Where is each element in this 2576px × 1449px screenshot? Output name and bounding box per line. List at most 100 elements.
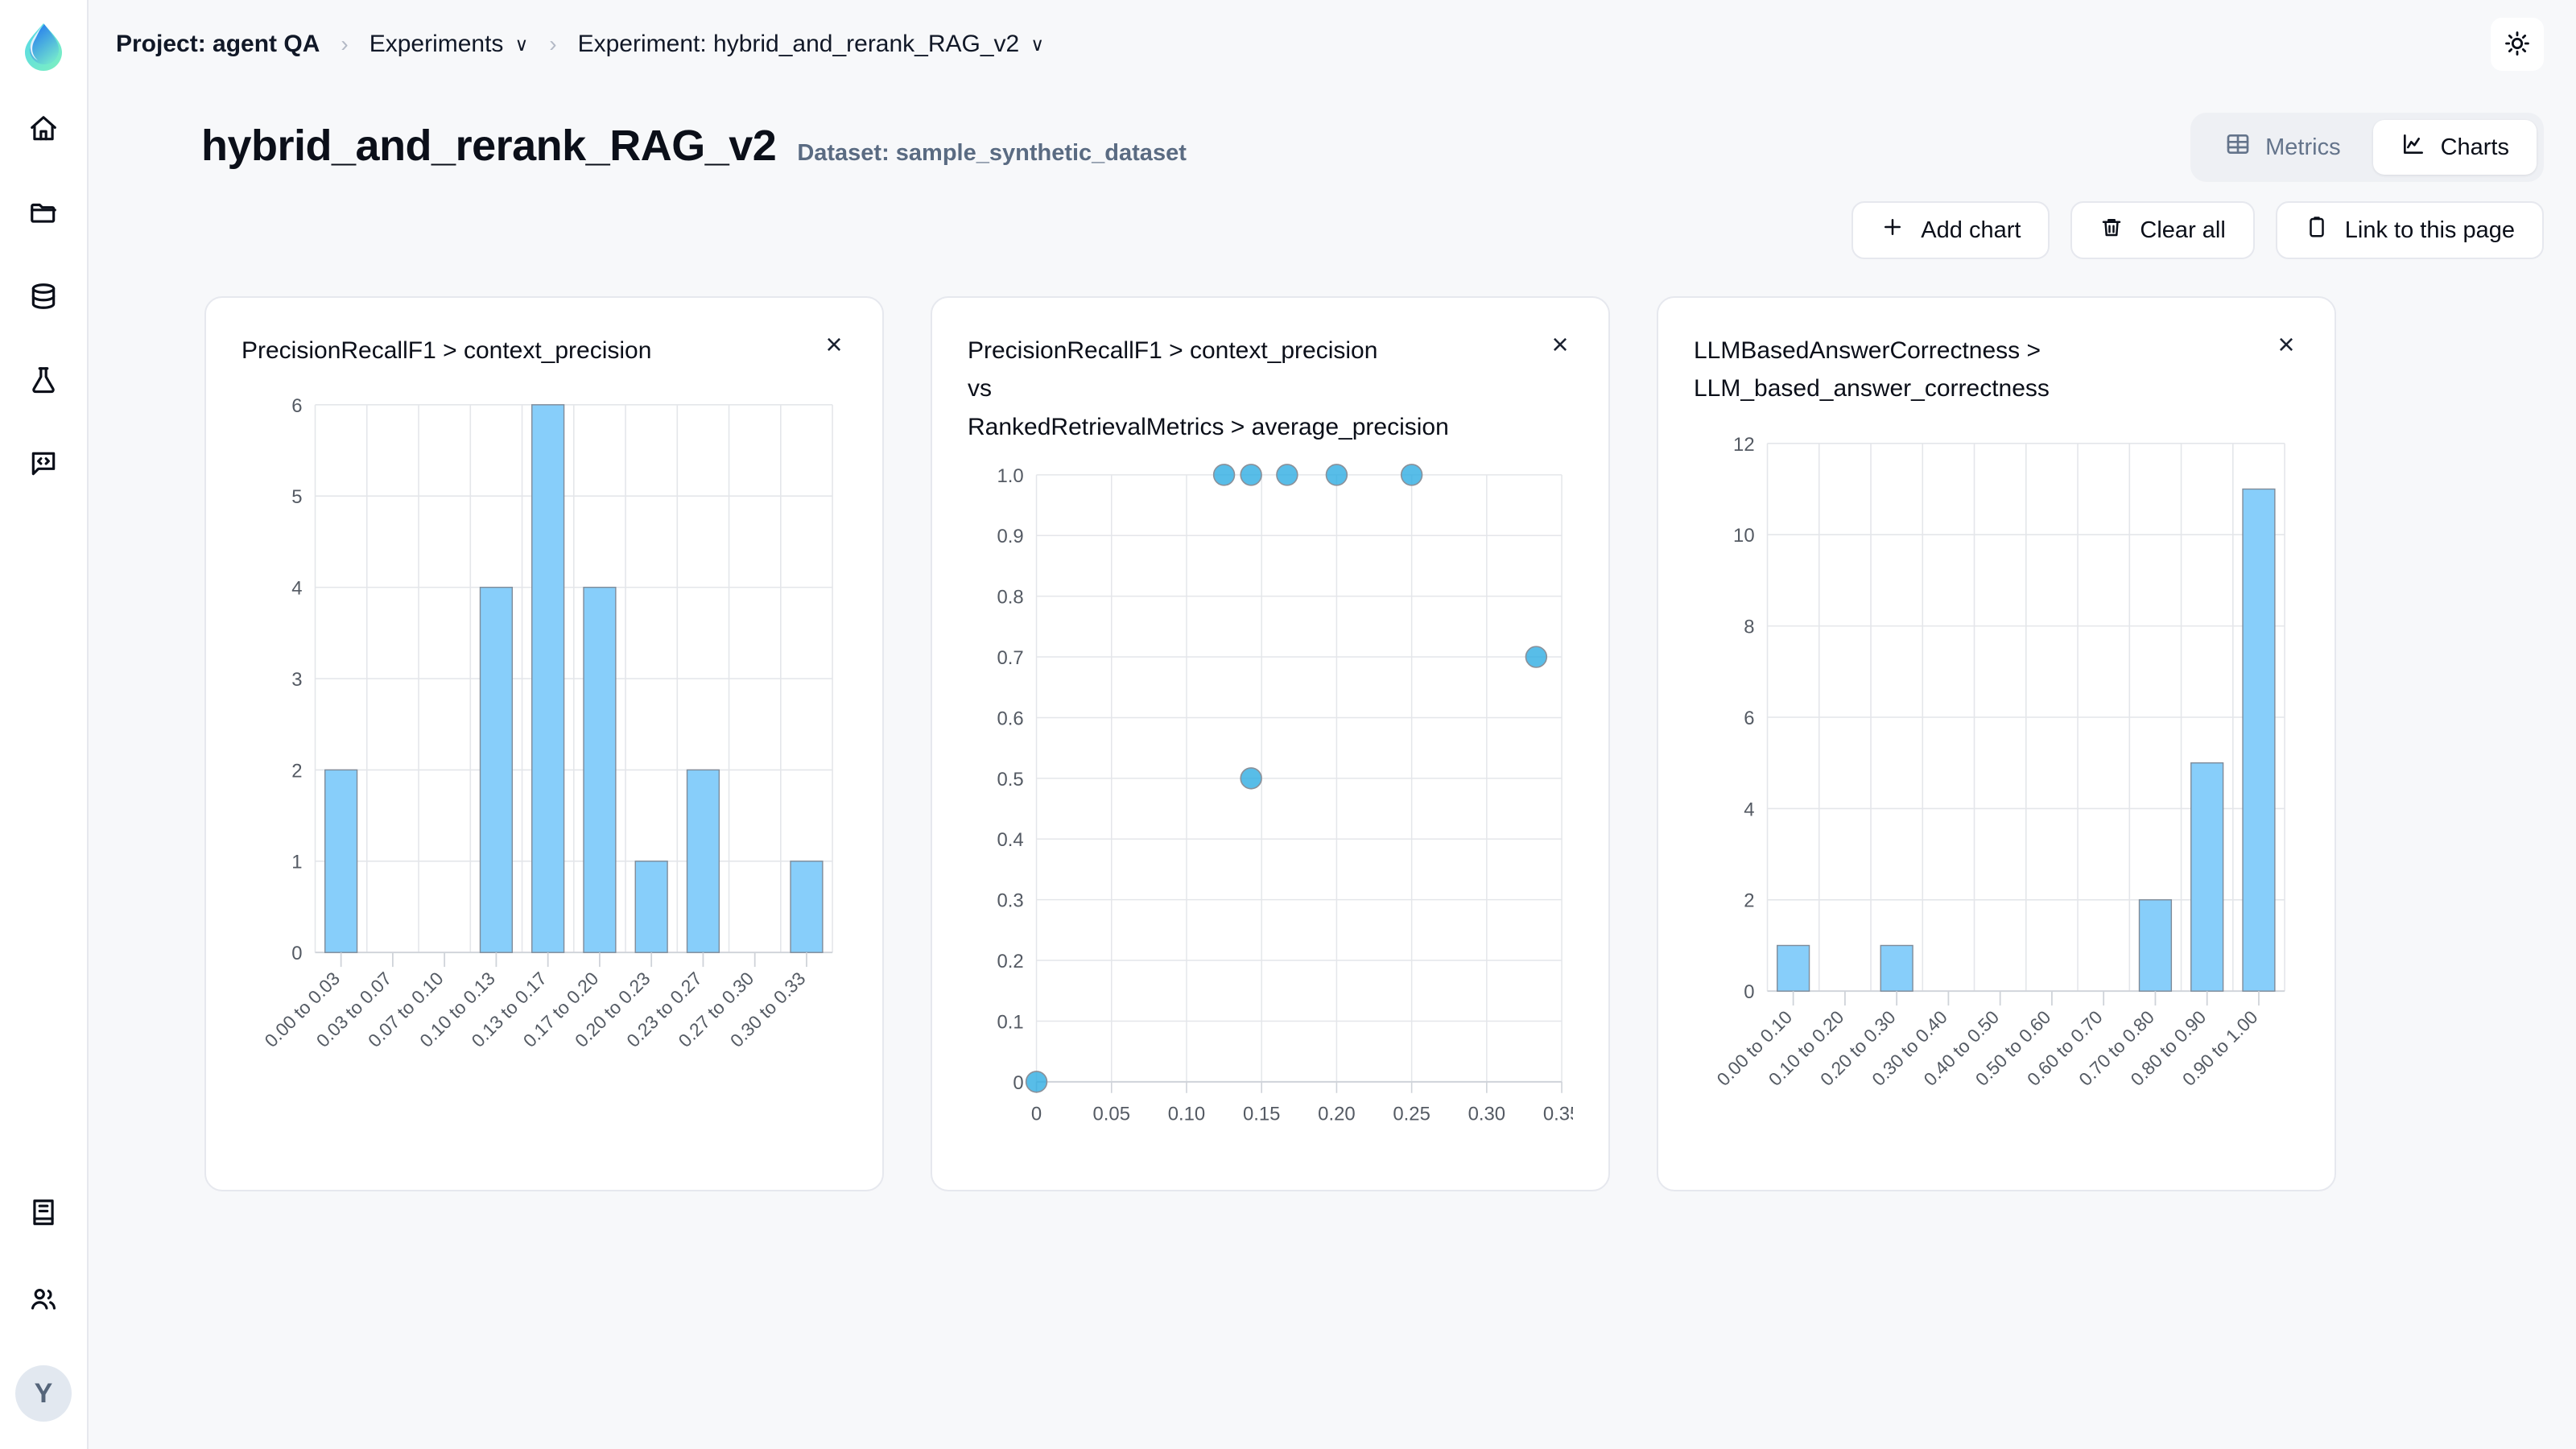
sidebar-item-home[interactable] <box>21 108 66 153</box>
svg-text:0: 0 <box>291 943 302 965</box>
svg-text:1: 1 <box>291 852 302 873</box>
sidebar-item-docs[interactable] <box>21 1191 66 1236</box>
svg-text:0.2: 0.2 <box>997 951 1023 972</box>
chart-2-plot-area: 0 0.1 0.2 0.3 0.4 0.5 0.6 0.7 0.8 0.9 1.0 0 0.05 0.10… <box>968 454 1573 1166</box>
close-icon-3[interactable]: × <box>2265 324 2307 365</box>
chevron-down-icon-2: ∨ <box>1030 33 1045 55</box>
sidebar-item-experiments[interactable] <box>21 359 66 404</box>
svg-text:0.3: 0.3 <box>997 890 1023 912</box>
avatar[interactable]: Y <box>15 1365 72 1422</box>
chart-actions: Add chart Clear all Link to this page <box>1852 201 2544 259</box>
page-title-group: hybrid_and_rerank_RAG_v2 Dataset: sample… <box>201 113 1187 171</box>
svg-text:0: 0 <box>1031 1104 1042 1125</box>
tab-metrics[interactable]: Metrics <box>2198 120 2368 175</box>
chart-3-plot-area: 0 2 4 6 8 10 12 0.00 to 0.10 0.10 to 0.20 0.20 to… <box>1694 416 2299 1166</box>
svg-text:0.6: 0.6 <box>997 708 1023 730</box>
sun-icon <box>2504 30 2531 60</box>
svg-text:12: 12 <box>1733 434 1755 456</box>
svg-text:6: 6 <box>291 395 302 417</box>
add-chart-button[interactable]: Add chart <box>1852 201 2050 259</box>
svg-text:4: 4 <box>291 578 302 600</box>
plus-icon <box>1880 215 1905 246</box>
chart-1-svg[interactable]: 01234560.00 to 0.030.03 to 0.070.07 to 0… <box>242 378 847 1146</box>
page-header: hybrid_and_rerank_RAG_v2 Dataset: sample… <box>89 89 2576 259</box>
sidebar-item-prompts[interactable] <box>21 443 66 488</box>
svg-text:2: 2 <box>1744 890 1754 912</box>
svg-text:0.4: 0.4 <box>997 829 1023 851</box>
chart-2-svg[interactable]: 0 0.1 0.2 0.3 0.4 0.5 0.6 0.7 0.8 0.9 1.0 0 0.05 0.10… <box>968 454 1573 1150</box>
sidebar-item-projects[interactable] <box>21 192 66 237</box>
breadcrumb-separator: › <box>341 31 349 56</box>
breadcrumb-separator-2: › <box>549 31 557 56</box>
tab-charts-label: Charts <box>2440 134 2509 160</box>
chart-card-1-title: PrecisionRecallF1 > context_precision <box>242 337 652 364</box>
breadcrumb-experiment[interactable]: Experiment: hybrid_and_rerank_RAG_v2 ∨ <box>578 31 1044 58</box>
chart-grid: PrecisionRecallF1 > context_precision × … <box>89 259 2576 1191</box>
theme-toggle-button[interactable] <box>2491 18 2544 71</box>
breadcrumb-project[interactable]: Project: agent QA <box>116 31 320 58</box>
svg-text:6: 6 <box>1744 708 1754 729</box>
breadcrumb-experiments-label: Experiments <box>369 31 504 57</box>
clear-all-button[interactable]: Clear all <box>2070 201 2255 259</box>
sidebar-nav-top <box>21 108 66 488</box>
tab-metrics-label: Metrics <box>2265 134 2341 160</box>
chart-card-3-title: LLMBasedAnswerCorrectness > LLM_based_an… <box>1694 337 2050 402</box>
chart-3-svg[interactable]: 0246810120.00 to 0.100.10 to 0.200.20 to… <box>1694 416 2299 1185</box>
svg-text:0.25: 0.25 <box>1393 1104 1430 1125</box>
sidebar-nav-bottom: Y <box>15 1191 72 1422</box>
app-root: Y Project: agent QA › Experiments ∨ › Ex… <box>0 0 2576 1449</box>
breadcrumb: Project: agent QA › Experiments ∨ › Expe… <box>116 31 1044 58</box>
svg-text:3: 3 <box>291 669 302 691</box>
breadcrumb-experiment-label: Experiment: hybrid_and_rerank_RAG_v2 <box>577 31 1020 57</box>
svg-text:0.10: 0.10 <box>1168 1104 1205 1125</box>
clear-all-label: Clear all <box>2140 217 2226 243</box>
database-icon <box>28 281 59 316</box>
main-content: Project: agent QA › Experiments ∨ › Expe… <box>89 0 2576 1449</box>
folder-icon <box>28 197 59 232</box>
chart-line-icon <box>2401 131 2426 163</box>
clipboard-icon <box>2305 215 2329 246</box>
svg-text:0.1: 0.1 <box>997 1012 1023 1034</box>
chart-1-plot-area: 0 1 2 3 4 5 6 0.00 to 0.03 0.03 to 0.07 0.07 to 0… <box>242 378 847 1166</box>
link-to-page-label: Link to this page <box>2344 217 2515 243</box>
breadcrumb-project-label: Project: agent QA <box>116 31 320 57</box>
svg-text:0.15: 0.15 <box>1243 1104 1280 1125</box>
page-title: hybrid_and_rerank_RAG_v2 <box>201 122 777 170</box>
chart-card-2: PrecisionRecallF1 > context_precision vs… <box>931 296 1610 1191</box>
table-icon <box>2225 131 2251 163</box>
tab-charts[interactable]: Charts <box>2372 120 2537 175</box>
chevron-down-icon: ∨ <box>514 33 529 55</box>
close-icon[interactable]: × <box>813 324 855 365</box>
svg-text:0.05: 0.05 <box>1093 1104 1130 1125</box>
link-to-page-button[interactable]: Link to this page <box>2275 201 2544 259</box>
svg-text:0: 0 <box>1013 1072 1023 1094</box>
chart-card-1: PrecisionRecallF1 > context_precision × … <box>204 296 884 1191</box>
book-icon <box>28 1197 59 1232</box>
view-toggle: Metrics Charts <box>2190 113 2544 182</box>
close-icon-2[interactable]: × <box>1539 324 1581 365</box>
flask-icon <box>28 365 59 399</box>
chart-card-2-title: PrecisionRecallF1 > context_precision vs… <box>968 337 1449 440</box>
svg-text:5: 5 <box>291 487 302 509</box>
svg-text:0.8: 0.8 <box>997 587 1023 609</box>
svg-text:10: 10 <box>1733 525 1755 547</box>
svg-text:2: 2 <box>291 761 302 782</box>
svg-text:0.30: 0.30 <box>1468 1104 1505 1125</box>
breadcrumb-experiments[interactable]: Experiments ∨ <box>369 31 529 58</box>
add-chart-label: Add chart <box>1921 217 2021 243</box>
svg-text:8: 8 <box>1744 616 1754 638</box>
trash-icon <box>2099 215 2124 246</box>
topbar: Project: agent QA › Experiments ∨ › Expe… <box>89 0 2576 89</box>
svg-text:0: 0 <box>1744 981 1754 1003</box>
svg-text:0.9: 0.9 <box>997 526 1023 547</box>
svg-text:1.0: 1.0 <box>997 465 1023 487</box>
sidebar-item-datasets[interactable] <box>21 275 66 320</box>
sidebar-item-team[interactable] <box>21 1278 66 1323</box>
svg-text:0.35: 0.35 <box>1543 1104 1573 1125</box>
svg-text:0.20: 0.20 <box>1318 1104 1355 1125</box>
dataset-label: Dataset: sample_synthetic_dataset <box>797 140 1187 166</box>
page-header-controls: Metrics Charts Add chart Clear all Link … <box>1852 113 2544 259</box>
app-logo[interactable] <box>18 19 69 71</box>
home-icon <box>28 114 59 148</box>
chart-card-3: LLMBasedAnswerCorrectness > LLM_based_an… <box>1657 296 2336 1191</box>
